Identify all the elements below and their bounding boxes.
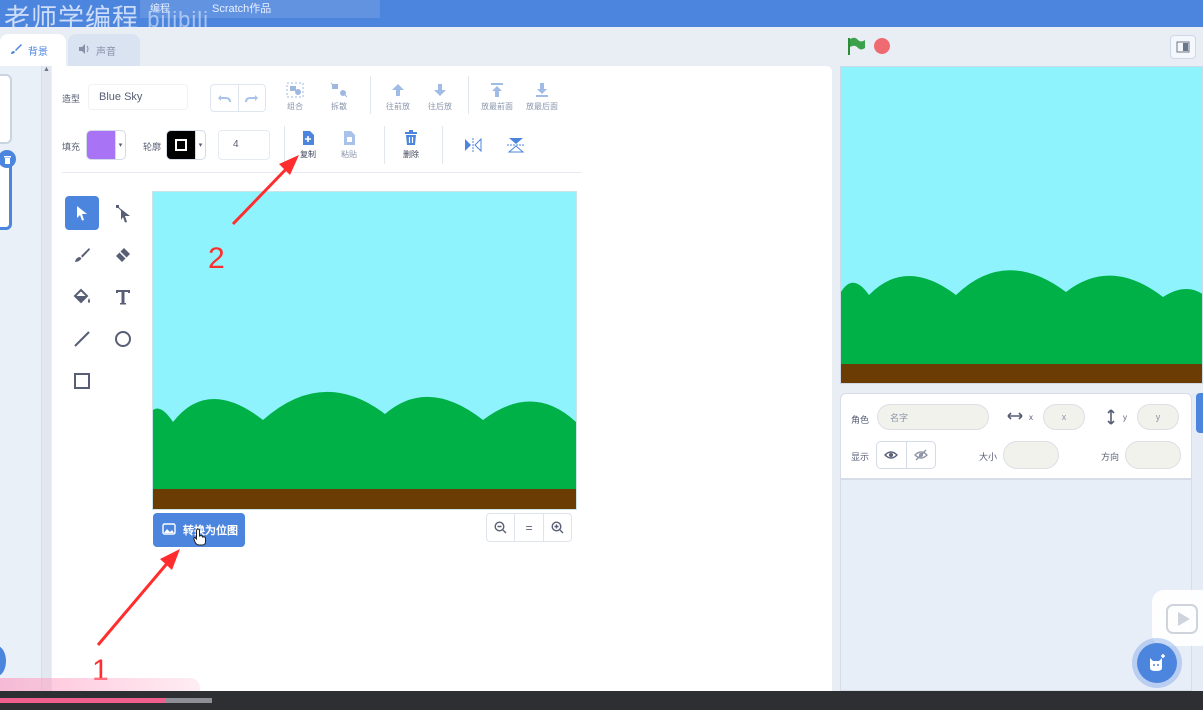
video-overlay	[1152, 590, 1203, 646]
show-label: 显示	[851, 452, 870, 462]
stage-backdrop	[841, 67, 1202, 383]
play-icon[interactable]	[1166, 604, 1198, 637]
stage-selector[interactable]	[1192, 393, 1203, 691]
sprite-label: 角色	[851, 415, 870, 425]
video-buffer-bar	[166, 698, 212, 703]
size-input[interactable]	[1003, 441, 1059, 469]
choose-sprite-button[interactable]	[1137, 643, 1177, 683]
stage-preview[interactable]	[840, 66, 1203, 384]
cat-icon	[1150, 654, 1165, 671]
video-progress-bar[interactable]	[0, 698, 166, 703]
direction-input[interactable]	[1125, 441, 1181, 469]
x-label: x	[1029, 413, 1033, 422]
stop-icon[interactable]	[874, 38, 890, 54]
eye-hidden-icon[interactable]	[905, 442, 936, 468]
direction-label: 方向	[1101, 452, 1120, 462]
vertical-arrows-icon	[1106, 409, 1116, 428]
y-input[interactable]: y	[1137, 404, 1179, 430]
stage-selector-tab[interactable]	[1196, 393, 1203, 433]
size-label: 大小	[979, 452, 998, 462]
annotation-step-2: 2	[208, 242, 225, 275]
visibility-toggle	[876, 441, 936, 469]
horizontal-arrows-icon	[1007, 411, 1023, 424]
sprite-name-input[interactable]: 名字	[877, 404, 989, 430]
y-label: y	[1123, 413, 1127, 422]
green-flag-icon[interactable]	[846, 36, 866, 61]
sprite-info-panel: 角色 名字 x x y y 显示 大小 方向	[840, 393, 1192, 479]
x-input[interactable]: x	[1043, 404, 1085, 430]
eye-icon[interactable]	[877, 442, 906, 468]
full-screen-icon[interactable]	[1170, 35, 1196, 59]
